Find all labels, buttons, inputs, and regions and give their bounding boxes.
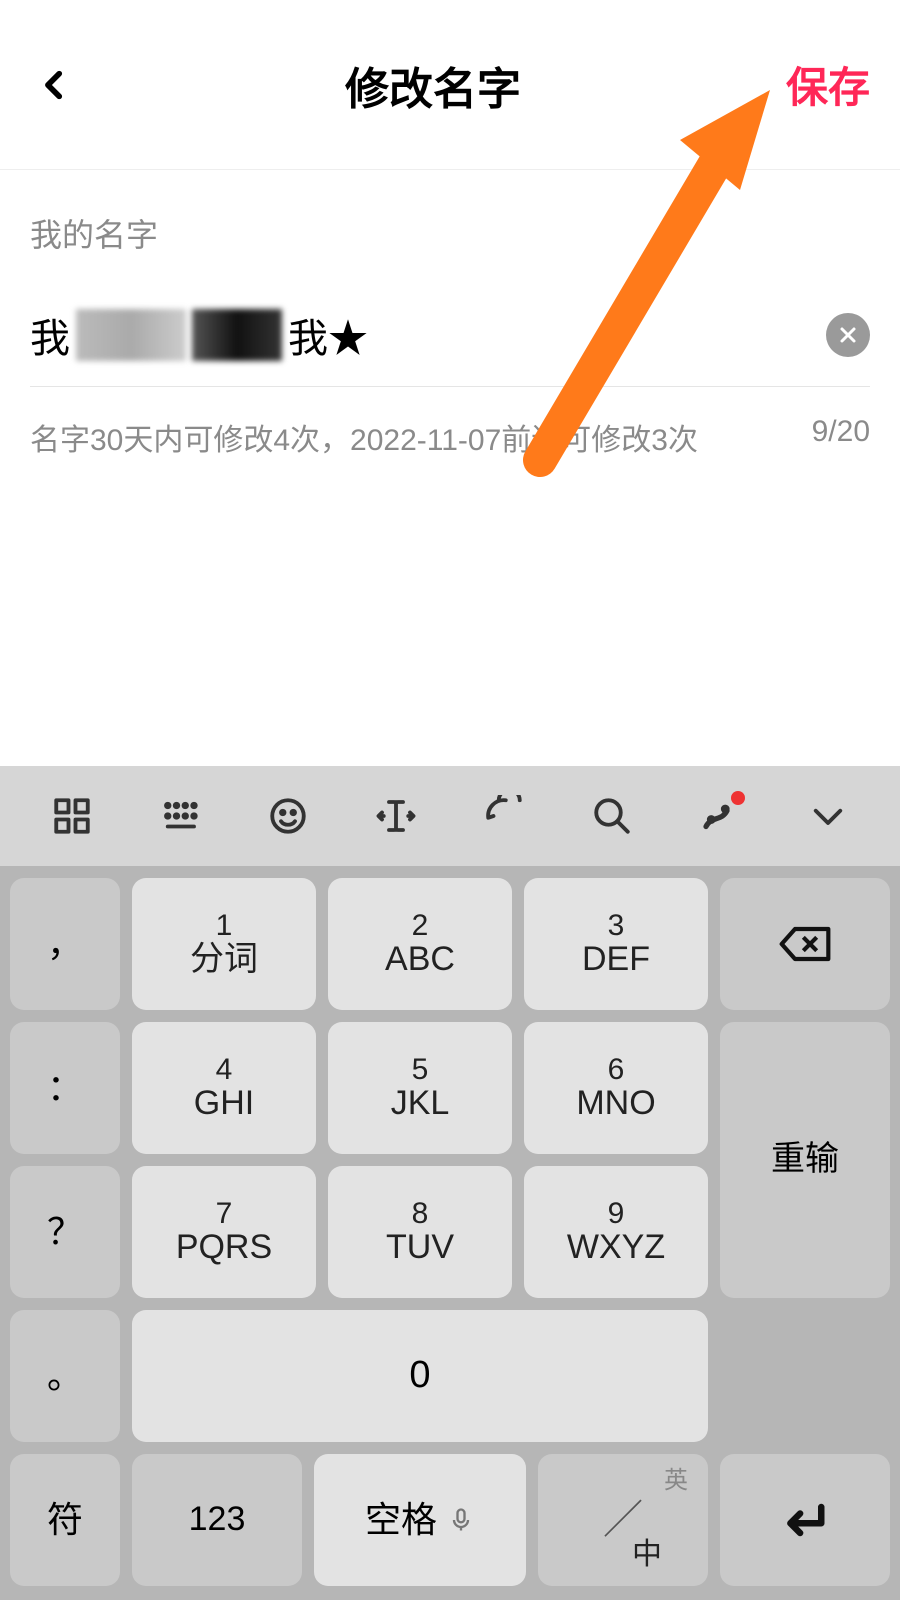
key-language[interactable]: 英 ／ 中 <box>538 1454 708 1586</box>
enter-icon <box>779 1494 831 1546</box>
mic-icon <box>447 1506 475 1534</box>
lang-zh: 中 <box>632 1539 662 1571</box>
key-4[interactable]: 4GHI <box>132 1022 316 1154</box>
header: 修改名字 保存 <box>0 0 900 170</box>
keyboard-toolbar <box>0 766 900 866</box>
key-backspace[interactable] <box>720 878 890 1010</box>
save-button[interactable]: 保存 <box>786 54 870 115</box>
name-input-row[interactable]: 我 我★ <box>30 306 870 387</box>
backspace-icon <box>778 924 832 964</box>
lang-en: 英 <box>664 1468 688 1493</box>
close-icon <box>838 325 858 345</box>
keyboard-layout-icon[interactable] <box>153 789 207 843</box>
key-question[interactable]: ？ <box>10 1166 120 1298</box>
key-9[interactable]: 9WXYZ <box>524 1166 708 1298</box>
key-retype[interactable]: 重输 <box>720 1022 890 1298</box>
name-text-prefix: 我 <box>30 306 70 364</box>
key-symbol[interactable]: 符 <box>10 1454 120 1586</box>
keyboard-collapse-icon[interactable] <box>801 789 855 843</box>
key-5[interactable]: 5JKL <box>328 1022 512 1154</box>
notification-dot <box>731 791 745 805</box>
keyboard-search-icon[interactable] <box>585 789 639 843</box>
clear-button[interactable] <box>826 313 870 357</box>
name-input[interactable]: 我 我★ <box>30 306 826 364</box>
chevron-left-icon <box>38 68 72 102</box>
keyboard-settings-icon[interactable] <box>693 789 747 843</box>
key-1[interactable]: 1分词 <box>132 878 316 1010</box>
key-space[interactable]: 空格 <box>314 1454 526 1586</box>
key-colon[interactable]: ： <box>10 1022 120 1154</box>
keyboard: ， 1分词 2ABC 3DEF ： 4GHI 5JKL 6MNO 重输 ？ 7P… <box>0 766 900 1600</box>
page-title: 修改名字 <box>345 53 521 117</box>
keyboard-emoji-icon[interactable] <box>261 789 315 843</box>
back-button[interactable] <box>30 60 80 110</box>
field-label: 我的名字 <box>30 210 870 256</box>
key-6[interactable]: 6MNO <box>524 1022 708 1154</box>
key-comma[interactable]: ， <box>10 878 120 1010</box>
key-3[interactable]: 3DEF <box>524 878 708 1010</box>
key-0[interactable]: 0 <box>132 1310 708 1442</box>
key-123[interactable]: 123 <box>132 1454 302 1586</box>
info-row: 名字30天内可修改4次，2022-11-07前还可修改3次 9/20 <box>30 415 870 459</box>
censored-segment <box>76 309 186 361</box>
form-body: 我的名字 我 我★ 名字30天内可修改4次，2022-11-07前还可修改3次 … <box>0 170 900 459</box>
keyboard-cursor-icon[interactable] <box>369 789 423 843</box>
key-enter[interactable] <box>720 1454 890 1586</box>
keyboard-apps-icon[interactable] <box>45 789 99 843</box>
key-7[interactable]: 7PQRS <box>132 1166 316 1298</box>
key-8[interactable]: 8TUV <box>328 1166 512 1298</box>
censored-segment <box>192 309 282 361</box>
key-2[interactable]: 2ABC <box>328 878 512 1010</box>
name-text-suffix: 我★ <box>288 306 368 364</box>
key-period[interactable]: 。 <box>10 1310 120 1442</box>
hint-text: 名字30天内可修改4次，2022-11-07前还可修改3次 <box>30 415 698 459</box>
keyboard-clipboard-icon[interactable] <box>477 789 531 843</box>
char-counter: 9/20 <box>812 415 870 459</box>
